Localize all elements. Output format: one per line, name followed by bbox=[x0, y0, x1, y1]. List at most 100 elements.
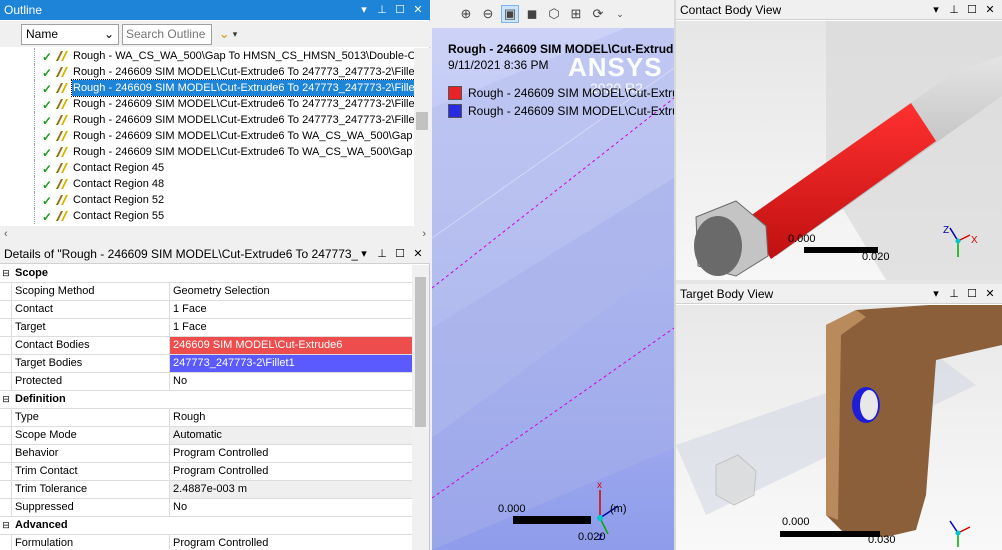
outline-column-combo[interactable]: Name ⌄ bbox=[21, 23, 119, 45]
collapse-icon[interactable]: ⊟ bbox=[0, 517, 12, 534]
tree-item[interactable]: ✓ Rough - WA_CS_WA_500\Gap To HMSN_CS_HMS… bbox=[0, 48, 414, 64]
details-property-value[interactable]: Rough bbox=[170, 409, 412, 426]
select-mode-icon[interactable]: ⊞ bbox=[568, 6, 584, 22]
details-row[interactable]: Contact Bodies 246609 SIM MODEL\Cut-Extru… bbox=[0, 337, 412, 355]
close-icon[interactable]: ✕ bbox=[984, 288, 996, 300]
pane-menu-icon[interactable]: ▾ bbox=[930, 4, 942, 16]
details-property-name: Suppressed bbox=[12, 499, 170, 516]
zoom-out-icon[interactable]: ⊖ bbox=[480, 6, 496, 22]
pane-menu-icon[interactable]: ▾ bbox=[358, 248, 370, 260]
details-property-value[interactable]: 247773_247773-2\Fillet1 bbox=[170, 355, 412, 372]
row-indent bbox=[0, 409, 12, 426]
details-property-value[interactable]: Geometry Selection bbox=[170, 283, 412, 300]
details-vertical-scrollbar[interactable] bbox=[412, 265, 429, 550]
target-body-view[interactable]: Target Body View ▾ ⊥ ☐ ✕ 0.000 0.030 bbox=[676, 284, 1002, 550]
row-indent bbox=[0, 499, 12, 516]
scale-unit-label: (m) bbox=[610, 503, 627, 515]
details-group-header[interactable]: ⊟ Definition bbox=[0, 391, 412, 409]
scroll-left-icon[interactable]: ‹ bbox=[4, 228, 8, 240]
details-group-header[interactable]: ⊟ Advanced bbox=[0, 517, 412, 535]
tree-connector bbox=[34, 128, 35, 144]
details-pane: Details of "Rough - 246609 SIM MODEL\Cut… bbox=[0, 244, 430, 550]
tree-item[interactable]: ✓ Contact Region 45 bbox=[0, 160, 414, 176]
close-icon[interactable]: ✕ bbox=[412, 248, 424, 260]
details-property-value[interactable]: 2.4887e-003 m bbox=[170, 481, 412, 498]
details-row[interactable]: Protected No bbox=[0, 373, 412, 391]
details-property-value[interactable]: 1 Face bbox=[170, 319, 412, 336]
details-group-header[interactable]: ⊟ Scope bbox=[0, 265, 412, 283]
outline-pane: Outline ▾ ⊥ ☐ ✕ Name ⌄ ⌄▾ ✓Rough - WA_CS… bbox=[0, 0, 430, 242]
maximize-icon[interactable]: ☐ bbox=[394, 4, 406, 16]
details-row[interactable]: Scoping Method Geometry Selection bbox=[0, 283, 412, 301]
maximize-icon[interactable]: ☐ bbox=[966, 4, 978, 16]
maximize-icon[interactable]: ☐ bbox=[966, 288, 978, 300]
filter-chevron-icon: ⌄ bbox=[218, 26, 230, 41]
details-group-name: Scope bbox=[15, 267, 49, 279]
details-property-value[interactable]: Program Controlled bbox=[170, 535, 412, 550]
tree-horizontal-scrollbar[interactable]: ‹ › bbox=[0, 226, 430, 242]
scroll-right-icon[interactable]: › bbox=[422, 228, 426, 240]
tree-item[interactable]: ✓ Rough - 246609 SIM MODEL\Cut-Extrude6 T… bbox=[0, 96, 414, 112]
row-indent bbox=[0, 373, 12, 390]
wireframe-icon[interactable]: ⬡ bbox=[546, 6, 562, 22]
details-row[interactable]: Contact 1 Face bbox=[0, 301, 412, 319]
details-row[interactable]: Formulation Program Controlled bbox=[0, 535, 412, 550]
details-property-value[interactable]: Program Controlled bbox=[170, 463, 412, 480]
tree-item[interactable]: ✓ Contact Region 55 bbox=[0, 208, 414, 224]
close-icon[interactable]: ✕ bbox=[984, 4, 996, 16]
details-row[interactable]: Type Rough bbox=[0, 409, 412, 427]
details-property-value[interactable]: 1 Face bbox=[170, 301, 412, 318]
details-row[interactable]: Suppressed No bbox=[0, 499, 412, 517]
filter-dropdown-button[interactable]: ⌄ ▾ bbox=[215, 24, 241, 45]
tree-item[interactable]: ✓ Rough - 246609 SIM MODEL\Cut-Extrude6 T… bbox=[0, 79, 414, 97]
details-row[interactable]: Behavior Program Controlled bbox=[0, 445, 412, 463]
search-outline-input[interactable] bbox=[122, 23, 212, 45]
graphics-viewport[interactable]: ⊕ ⊖ ▣ ◼ ⬡ ⊞ ⟳ ⌄ x z Rough - 246609 SIM M… bbox=[432, 0, 674, 550]
maximize-icon[interactable]: ☐ bbox=[394, 248, 406, 260]
pane-menu-icon[interactable]: ▾ bbox=[930, 288, 942, 300]
details-property-value[interactable]: No bbox=[170, 499, 412, 516]
check-icon: ✓ bbox=[42, 114, 53, 128]
tree-item[interactable]: ✓ Contact Region 52 bbox=[0, 192, 414, 208]
svg-text:X: X bbox=[971, 235, 978, 246]
tree-item[interactable]: ✓ Rough - 246609 SIM MODEL\Cut-Extrude6 T… bbox=[0, 112, 414, 128]
pane-menu-icon[interactable]: ▾ bbox=[358, 4, 370, 16]
details-property-name: Target bbox=[12, 319, 170, 336]
details-row[interactable]: Target 1 Face bbox=[0, 319, 412, 337]
collapse-icon[interactable]: ⊟ bbox=[0, 265, 12, 282]
details-property-value[interactable]: No bbox=[170, 373, 412, 390]
toolbar-overflow-icon[interactable]: ⌄ bbox=[612, 6, 628, 22]
pin-icon[interactable]: ⊥ bbox=[376, 248, 388, 260]
details-row[interactable]: Scope Mode Automatic bbox=[0, 427, 412, 445]
outline-column-combo-value: Name bbox=[26, 27, 59, 41]
rotate-icon[interactable]: ⟳ bbox=[590, 6, 606, 22]
tree-scroll-thumb[interactable] bbox=[416, 112, 428, 130]
tree-item[interactable]: ✓ Rough - 246609 SIM MODEL\Cut-Extrude6 T… bbox=[0, 64, 414, 80]
details-property-value[interactable]: Automatic bbox=[170, 427, 412, 444]
collapse-icon[interactable]: ⊟ bbox=[0, 391, 12, 408]
tree-item[interactable]: ✓ Contact Region 48 bbox=[0, 176, 414, 192]
details-property-value[interactable]: 246609 SIM MODEL\Cut-Extrude6 bbox=[170, 337, 412, 354]
row-indent bbox=[0, 427, 12, 444]
scale-start-label: 0.000 bbox=[788, 233, 816, 245]
check-icon: ✓ bbox=[42, 130, 53, 144]
tree-item[interactable]: ✓ Rough - 246609 SIM MODEL\Cut-Extrude6 T… bbox=[0, 128, 414, 144]
shaded-edges-icon[interactable]: ▣ bbox=[501, 5, 519, 23]
contact-view-canvas[interactable]: Z X bbox=[676, 21, 1002, 280]
contact-body-view[interactable]: Contact Body View ▾ ⊥ ☐ ✕ Z X 0.000 0.02… bbox=[676, 0, 1002, 280]
details-scroll-thumb[interactable] bbox=[415, 277, 426, 427]
target-view-canvas[interactable] bbox=[676, 305, 1002, 550]
details-row[interactable]: Trim Tolerance 2.4887e-003 m bbox=[0, 481, 412, 499]
details-property-value[interactable]: Program Controlled bbox=[170, 445, 412, 462]
pin-icon[interactable]: ⊥ bbox=[948, 4, 960, 16]
details-row[interactable]: Trim Contact Program Controlled bbox=[0, 463, 412, 481]
details-row[interactable]: Target Bodies 247773_247773-2\Fillet1 bbox=[0, 355, 412, 373]
pin-icon[interactable]: ⊥ bbox=[948, 288, 960, 300]
pin-icon[interactable]: ⊥ bbox=[376, 4, 388, 16]
tree-item[interactable]: ✓ Rough - 246609 SIM MODEL\Cut-Extrude6 T… bbox=[0, 144, 414, 160]
tree-vertical-scrollbar[interactable] bbox=[414, 48, 430, 226]
close-icon[interactable]: ✕ bbox=[412, 4, 424, 16]
scale-start-label: 0.000 bbox=[782, 516, 810, 528]
zoom-in-icon[interactable]: ⊕ bbox=[458, 6, 474, 22]
shaded-icon[interactable]: ◼ bbox=[524, 6, 540, 22]
